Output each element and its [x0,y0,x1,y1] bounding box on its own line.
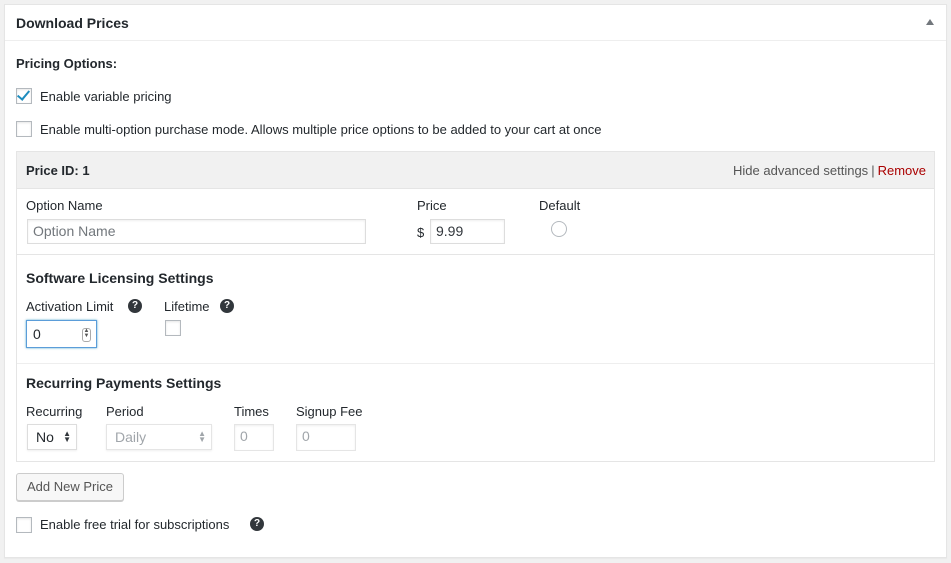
free-trial-help-icon[interactable]: ? [250,517,264,531]
remove-price-link[interactable]: Remove [878,163,926,178]
times-label: Times [234,404,269,419]
price-option-box: Price ID: 1 Hide advanced settings | Remov… [16,151,935,462]
hide-advanced-link[interactable]: Hide advanced settings [733,163,868,178]
checkmark-icon [16,87,31,101]
lifetime-label: Lifetime [164,299,210,314]
lifetime-checkbox[interactable] [165,320,181,336]
multi-option-checkbox[interactable] [16,121,32,137]
activation-limit-stepper[interactable]: 0 ▲ ▼ [26,320,97,348]
recurring-value: No [36,429,54,445]
option-name-input[interactable]: Option Name [27,219,366,244]
add-new-price-button[interactable]: Add New Price [16,473,124,501]
select-caret-icon: ▲ ▼ [63,429,71,444]
signup-fee-label: Signup Fee [296,404,363,419]
download-prices-panel: Download Prices Pricing Options: Enable … [4,4,947,558]
activation-limit-value: 0 [33,326,41,342]
default-radio[interactable] [551,221,567,237]
currency-symbol: $ [417,225,425,240]
panel-header[interactable]: Download Prices [5,5,946,41]
section-divider [17,363,934,364]
collapse-toggle-icon[interactable] [926,19,934,25]
actions-separator: | [871,163,875,178]
activation-limit-label: Activation Limit [26,299,114,314]
multi-option-label: Enable multi-option purchase mode. Allow… [40,122,602,137]
period-label: Period [106,404,144,419]
free-trial-label: Enable free trial for subscriptions [40,517,230,532]
recurring-select[interactable]: No ▲ ▼ [27,424,77,450]
period-value: Daily [115,429,147,445]
price-id-label: Price ID: 1 [26,163,90,178]
software-licensing-title: Software Licensing Settings [26,270,214,286]
free-trial-checkbox[interactable] [16,517,32,533]
select-caret-icon: ▲ ▼ [198,429,206,444]
price-row-actions: Hide advanced settings | Remove [733,163,926,178]
panel-title: Download Prices [16,15,129,31]
signup-fee-input[interactable]: 0 [296,424,356,451]
variable-pricing-label: Enable variable pricing [40,89,172,104]
stepper-arrows-icon[interactable]: ▲ ▼ [82,328,91,342]
pricing-options-label: Pricing Options: [16,56,118,71]
price-label: Price [417,198,447,213]
price-option-header: Price ID: 1 Hide advanced settings | Remov… [17,152,934,189]
period-select[interactable]: Daily ▲ ▼ [106,424,212,450]
recurring-label: Recurring [26,404,83,419]
price-fields-row: Option Name Option Name Price $ 9.99 Def… [17,188,934,255]
price-input[interactable]: 9.99 [430,219,505,244]
recurring-payments-title: Recurring Payments Settings [26,375,222,391]
option-name-label: Option Name [26,198,103,213]
lifetime-help-icon[interactable]: ? [220,299,234,313]
variable-pricing-checkbox[interactable] [16,87,32,104]
activation-limit-help-icon[interactable]: ? [128,299,142,313]
times-input[interactable]: 0 [234,424,274,451]
default-label: Default [539,198,581,213]
